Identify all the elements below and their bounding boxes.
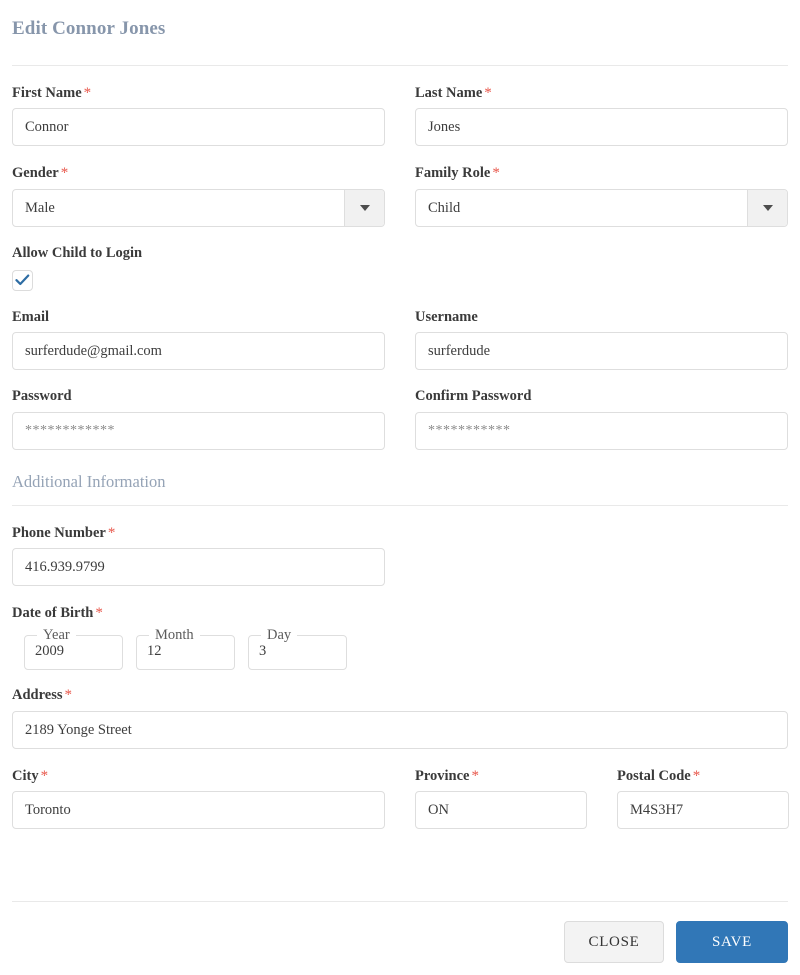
address-label: Address * (12, 687, 73, 704)
province-input[interactable]: ON (415, 791, 587, 830)
gender-select-value: Male (25, 199, 55, 216)
close-button[interactable]: CLOSE (564, 921, 664, 963)
family-role-select-value: Child (428, 199, 461, 216)
address-field: Address * 2189 Yonge Street (12, 686, 788, 749)
confirm-password-field: Confirm Password *********** (415, 388, 788, 450)
section-divider (12, 504, 788, 506)
family-role-select[interactable]: Child (415, 188, 788, 227)
phone-field: Phone Number * 416.939.9799 (12, 524, 385, 586)
city-province-postal-row: City * Toronto Province * ON Postal Code * … (12, 767, 789, 830)
required-asterisk: * (107, 524, 116, 541)
gender-label: Gender * (12, 165, 69, 182)
dob-inputs: Year 2009 Month 12 Day 3 (12, 627, 788, 671)
address-input[interactable]: 2189 Yonge Street (12, 710, 788, 749)
title-divider (12, 64, 788, 66)
form-footer: CLOSE SAVE (12, 901, 788, 963)
required-asterisk: * (60, 165, 69, 182)
postal-code-field: Postal Code * M4S3H7 (617, 767, 789, 830)
username-label: Username (415, 308, 478, 325)
province-label: Province * (415, 767, 480, 784)
last-name-field: Last Name * Jones (415, 84, 788, 147)
gender-role-row: Gender * Male Family Role * Child (12, 164, 788, 227)
chevron-down-icon (762, 204, 773, 211)
family-role-label: Family Role * (415, 165, 500, 182)
required-asterisk: * (692, 767, 701, 784)
city-input[interactable]: Toronto (12, 791, 385, 830)
dob-row: Date of Birth * Year 2009 Month 12 Day 3 (12, 604, 788, 671)
province-field: Province * ON (415, 767, 587, 830)
username-field: Username surferdude (415, 308, 788, 371)
password-field: Password ************ (12, 388, 385, 450)
checkmark-icon (15, 274, 30, 286)
allow-login-checkbox[interactable] (12, 269, 33, 291)
gender-select[interactable]: Male (12, 188, 385, 227)
edit-person-form: Edit Connor Jones First Name * Connor Las… (0, 0, 800, 975)
city-field: City * Toronto (12, 767, 385, 830)
username-input[interactable]: surferdude (415, 332, 788, 371)
required-asterisk: * (484, 84, 492, 101)
gender-field: Gender * Male (12, 164, 385, 227)
city-label: City * (12, 767, 49, 784)
allow-login-row: Allow Child to Login (12, 245, 788, 291)
password-input[interactable]: ************ (12, 411, 385, 450)
password-row: Password ************ Confirm Password *… (12, 388, 788, 450)
confirm-password-label: Confirm Password (415, 388, 532, 405)
save-button[interactable]: SAVE (676, 921, 788, 963)
last-name-input[interactable]: Jones (415, 108, 788, 147)
phone-row: Phone Number * 416.939.9799 (12, 524, 788, 586)
confirm-password-input[interactable]: *********** (415, 411, 788, 450)
family-role-field: Family Role * Child (415, 164, 788, 227)
dob-year-input[interactable]: 2009 (35, 642, 112, 660)
allow-login-field: Allow Child to Login (12, 245, 385, 291)
required-asterisk: * (40, 767, 49, 784)
family-role-select-toggle[interactable] (747, 189, 787, 226)
password-label: Password (12, 388, 72, 405)
gender-select-toggle[interactable] (344, 189, 384, 226)
dob-field: Date of Birth * Year 2009 Month 12 Day 3 (12, 604, 788, 671)
dob-month-input[interactable]: 12 (147, 642, 224, 660)
dob-label: Date of Birth * (12, 604, 103, 621)
footer-divider (12, 901, 788, 902)
page-title: Edit Connor Jones (12, 18, 166, 39)
dob-day-label: Day (267, 627, 292, 644)
required-asterisk: * (83, 84, 92, 101)
email-input[interactable]: surferdude@gmail.com (12, 332, 385, 371)
footer-buttons: CLOSE SAVE (12, 921, 788, 963)
required-asterisk: * (95, 604, 103, 621)
address-row: Address * 2189 Yonge Street (12, 686, 788, 749)
dob-month-label: Month (155, 627, 194, 644)
email-label: Email (12, 308, 50, 325)
required-asterisk: * (64, 687, 73, 704)
first-name-label: First Name * (12, 84, 92, 101)
postal-code-input[interactable]: M4S3H7 (617, 791, 789, 830)
allow-login-label: Allow Child to Login (12, 244, 143, 261)
dob-year-label: Year (43, 627, 70, 644)
first-name-field: First Name * Connor (12, 84, 385, 147)
dob-day-field[interactable]: Day 3 (248, 627, 347, 671)
name-row: First Name * Connor Last Name * Jones (12, 84, 788, 147)
section-header-additional-information: Additional Information (12, 471, 166, 491)
dob-month-field[interactable]: Month 12 (136, 627, 235, 671)
phone-input[interactable]: 416.939.9799 (12, 547, 385, 586)
phone-label: Phone Number * (12, 524, 116, 541)
first-name-input[interactable]: Connor (12, 108, 385, 147)
required-asterisk: * (492, 165, 500, 182)
last-name-label: Last Name * (415, 84, 492, 101)
dob-day-input[interactable]: 3 (259, 642, 336, 660)
chevron-down-icon (359, 204, 370, 211)
postal-code-label: Postal Code * (617, 767, 701, 784)
dob-year-field[interactable]: Year 2009 (24, 627, 123, 671)
required-asterisk: * (471, 767, 480, 784)
email-field: Email surferdude@gmail.com (12, 308, 385, 371)
email-username-row: Email surferdude@gmail.com Username surf… (12, 308, 788, 371)
